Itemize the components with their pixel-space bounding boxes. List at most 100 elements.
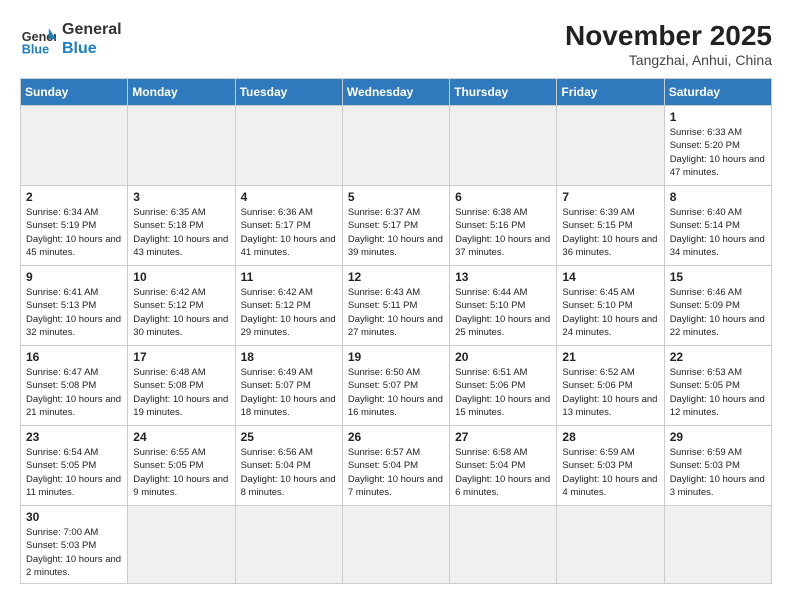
- calendar-week-row: 2 Sunrise: 6:34 AM Sunset: 5:19 PM Daylig…: [21, 186, 772, 266]
- calendar-day-cell: [235, 106, 342, 186]
- day-number: 22: [670, 350, 766, 364]
- day-info: Sunrise: 6:42 AM Sunset: 5:12 PM Dayligh…: [241, 286, 337, 339]
- weekday-header-saturday: Saturday: [664, 79, 771, 106]
- calendar-day-cell: 28Sunrise: 6:59 AM Sunset: 5:03 PM Dayli…: [557, 426, 664, 506]
- page-header: General Blue General Blue November 2025 …: [20, 20, 772, 68]
- day-number: 13: [455, 270, 551, 284]
- weekday-header-sunday: Sunday: [21, 79, 128, 106]
- calendar-day-cell: [128, 106, 235, 186]
- calendar-day-cell: 25 Sunrise: 6:56 AM Sunset: 5:04 PM Dayli…: [235, 426, 342, 506]
- day-info: Sunrise: 6:42 AM Sunset: 5:12 PM Dayligh…: [133, 286, 229, 339]
- day-number: 2: [26, 190, 122, 204]
- calendar-day-cell: 24 Sunrise: 6:55 AM Sunset: 5:05 PM Dayli…: [128, 426, 235, 506]
- calendar-day-cell: 5 Sunrise: 6:37 AM Sunset: 5:17 PM Daylig…: [342, 186, 449, 266]
- day-number: 10: [133, 270, 229, 284]
- day-info: Sunrise: 6:47 AM Sunset: 5:08 PM Dayligh…: [26, 366, 122, 419]
- calendar-day-cell: 22 Sunrise: 6:53 AM Sunset: 5:05 PM Dayli…: [664, 346, 771, 426]
- calendar-day-cell: 3 Sunrise: 6:35 AM Sunset: 5:18 PM Daylig…: [128, 186, 235, 266]
- calendar-day-cell: [557, 506, 664, 584]
- logo: General Blue General Blue: [20, 20, 122, 58]
- calendar-day-cell: 1 Sunrise: 6:33 AM Sunset: 5:20 PM Daylig…: [664, 106, 771, 186]
- day-info: Sunrise: 6:58 AM Sunset: 5:04 PM Dayligh…: [455, 446, 551, 499]
- month-year-title: November 2025: [565, 20, 772, 52]
- calendar-day-cell: 4 Sunrise: 6:36 AM Sunset: 5:17 PM Daylig…: [235, 186, 342, 266]
- weekday-header-friday: Friday: [557, 79, 664, 106]
- day-info: Sunrise: 6:55 AM Sunset: 5:05 PM Dayligh…: [133, 446, 229, 499]
- calendar-day-cell: 15 Sunrise: 6:46 AM Sunset: 5:09 PM Dayli…: [664, 266, 771, 346]
- day-number: 15: [670, 270, 766, 284]
- day-number: 21: [562, 350, 658, 364]
- calendar-day-cell: [21, 106, 128, 186]
- weekday-header-tuesday: Tuesday: [235, 79, 342, 106]
- calendar-day-cell: [664, 506, 771, 584]
- day-info: Sunrise: 6:48 AM Sunset: 5:08 PM Dayligh…: [133, 366, 229, 419]
- day-info: Sunrise: 6:34 AM Sunset: 5:19 PM Dayligh…: [26, 206, 122, 259]
- day-info: Sunrise: 6:38 AM Sunset: 5:16 PM Dayligh…: [455, 206, 551, 259]
- title-block: November 2025 Tangzhai, Anhui, China: [565, 20, 772, 68]
- calendar-day-cell: 30 Sunrise: 7:00 AM Sunset: 5:03 PM Dayli…: [21, 506, 128, 584]
- day-info: Sunrise: 6:52 AM Sunset: 5:06 PM Dayligh…: [562, 366, 658, 419]
- calendar-day-cell: 18Sunrise: 6:49 AM Sunset: 5:07 PM Dayli…: [235, 346, 342, 426]
- logo-icon: General Blue: [20, 21, 56, 57]
- calendar-day-cell: [450, 106, 557, 186]
- weekday-header-monday: Monday: [128, 79, 235, 106]
- day-number: 27: [455, 430, 551, 444]
- logo-blue-text: Blue: [62, 39, 122, 58]
- day-number: 11: [241, 270, 337, 284]
- svg-text:Blue: Blue: [22, 43, 49, 57]
- calendar-day-cell: 13Sunrise: 6:44 AM Sunset: 5:10 PM Dayli…: [450, 266, 557, 346]
- day-info: Sunrise: 6:36 AM Sunset: 5:17 PM Dayligh…: [241, 206, 337, 259]
- calendar-day-cell: 16 Sunrise: 6:47 AM Sunset: 5:08 PM Dayli…: [21, 346, 128, 426]
- day-number: 1: [670, 110, 766, 124]
- calendar-day-cell: 11 Sunrise: 6:42 AM Sunset: 5:12 PM Dayli…: [235, 266, 342, 346]
- day-info: Sunrise: 6:41 AM Sunset: 5:13 PM Dayligh…: [26, 286, 122, 339]
- day-info: Sunrise: 6:39 AM Sunset: 5:15 PM Dayligh…: [562, 206, 658, 259]
- day-number: 8: [670, 190, 766, 204]
- logo-general-text: General: [62, 20, 122, 39]
- calendar-day-cell: 20Sunrise: 6:51 AM Sunset: 5:06 PM Dayli…: [450, 346, 557, 426]
- day-number: 5: [348, 190, 444, 204]
- day-number: 29: [670, 430, 766, 444]
- day-info: Sunrise: 6:50 AM Sunset: 5:07 PM Dayligh…: [348, 366, 444, 419]
- calendar-day-cell: 8Sunrise: 6:40 AM Sunset: 5:14 PM Daylig…: [664, 186, 771, 266]
- day-info: Sunrise: 6:49 AM Sunset: 5:07 PM Dayligh…: [241, 366, 337, 419]
- calendar-week-row: 23 Sunrise: 6:54 AM Sunset: 5:05 PM Dayli…: [21, 426, 772, 506]
- day-number: 23: [26, 430, 122, 444]
- calendar-day-cell: 10 Sunrise: 6:42 AM Sunset: 5:12 PM Dayli…: [128, 266, 235, 346]
- calendar-day-cell: 26 Sunrise: 6:57 AM Sunset: 5:04 PM Dayli…: [342, 426, 449, 506]
- calendar-week-row: 9 Sunrise: 6:41 AM Sunset: 5:13 PM Daylig…: [21, 266, 772, 346]
- day-info: Sunrise: 6:54 AM Sunset: 5:05 PM Dayligh…: [26, 446, 122, 499]
- day-number: 16: [26, 350, 122, 364]
- day-number: 14: [562, 270, 658, 284]
- day-info: Sunrise: 6:33 AM Sunset: 5:20 PM Dayligh…: [670, 126, 766, 179]
- day-number: 30: [26, 510, 122, 524]
- calendar-day-cell: 23 Sunrise: 6:54 AM Sunset: 5:05 PM Dayli…: [21, 426, 128, 506]
- day-info: Sunrise: 6:35 AM Sunset: 5:18 PM Dayligh…: [133, 206, 229, 259]
- day-info: Sunrise: 6:57 AM Sunset: 5:04 PM Dayligh…: [348, 446, 444, 499]
- calendar-day-cell: [128, 506, 235, 584]
- calendar-day-cell: 19Sunrise: 6:50 AM Sunset: 5:07 PM Dayli…: [342, 346, 449, 426]
- calendar-day-cell: 7Sunrise: 6:39 AM Sunset: 5:15 PM Daylig…: [557, 186, 664, 266]
- calendar-day-cell: 27 Sunrise: 6:58 AM Sunset: 5:04 PM Dayli…: [450, 426, 557, 506]
- day-info: Sunrise: 6:46 AM Sunset: 5:09 PM Dayligh…: [670, 286, 766, 339]
- calendar-week-row: 16 Sunrise: 6:47 AM Sunset: 5:08 PM Dayli…: [21, 346, 772, 426]
- calendar-day-cell: [557, 106, 664, 186]
- day-number: 24: [133, 430, 229, 444]
- day-number: 26: [348, 430, 444, 444]
- day-number: 12: [348, 270, 444, 284]
- calendar-day-cell: [342, 506, 449, 584]
- day-info: Sunrise: 6:56 AM Sunset: 5:04 PM Dayligh…: [241, 446, 337, 499]
- day-info: Sunrise: 6:53 AM Sunset: 5:05 PM Dayligh…: [670, 366, 766, 419]
- day-info: Sunrise: 7:00 AM Sunset: 5:03 PM Dayligh…: [26, 526, 122, 579]
- day-number: 9: [26, 270, 122, 284]
- day-number: 25: [241, 430, 337, 444]
- calendar-week-row: 30 Sunrise: 7:00 AM Sunset: 5:03 PM Dayli…: [21, 506, 772, 584]
- day-info: Sunrise: 6:59 AM Sunset: 5:03 PM Dayligh…: [562, 446, 658, 499]
- day-number: 4: [241, 190, 337, 204]
- day-number: 17: [133, 350, 229, 364]
- day-number: 3: [133, 190, 229, 204]
- day-info: Sunrise: 6:37 AM Sunset: 5:17 PM Dayligh…: [348, 206, 444, 259]
- day-number: 6: [455, 190, 551, 204]
- day-info: Sunrise: 6:45 AM Sunset: 5:10 PM Dayligh…: [562, 286, 658, 339]
- calendar-day-cell: 6 Sunrise: 6:38 AM Sunset: 5:16 PM Daylig…: [450, 186, 557, 266]
